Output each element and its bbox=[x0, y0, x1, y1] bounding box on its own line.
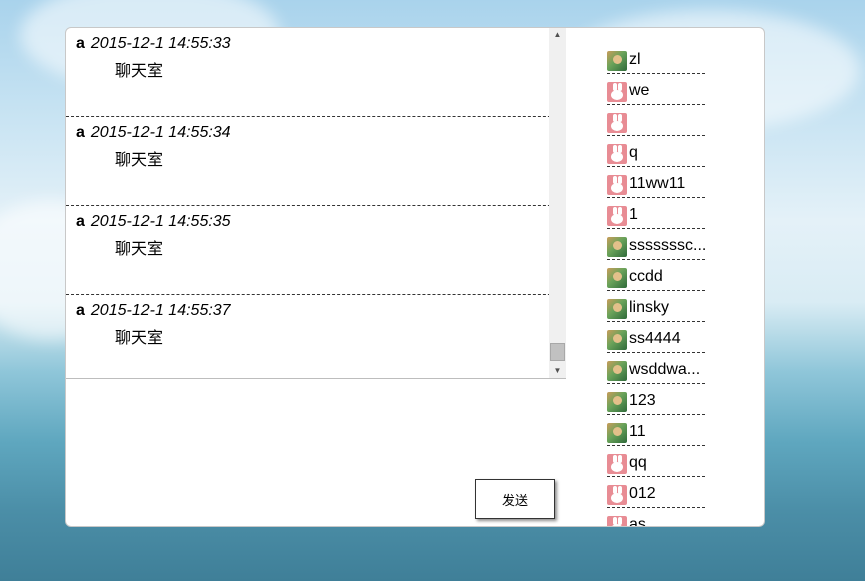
user-name: 123 bbox=[629, 392, 656, 409]
user-list-item[interactable]: ss4444 bbox=[607, 323, 705, 353]
user-name: ss4444 bbox=[629, 330, 681, 347]
message-header: a 2015-12-1 14:55:35 bbox=[76, 213, 231, 231]
user-list-item[interactable]: 123 bbox=[607, 385, 705, 415]
message-time: 2015-12-1 14:55:37 bbox=[90, 302, 231, 319]
avatar-icon bbox=[607, 51, 627, 71]
user-name: we bbox=[629, 82, 650, 99]
user-name: q bbox=[629, 144, 638, 161]
user-list-item[interactable]: 1 bbox=[607, 199, 705, 229]
message-item: a 2015-12-1 14:55:35 聊天室 bbox=[66, 206, 566, 295]
avatar-icon bbox=[607, 392, 627, 412]
rabbit-avatar-icon bbox=[607, 454, 627, 474]
message-container: a 2015-12-1 14:55:33 聊天室 a 2015-12-1 14:55:3… bbox=[66, 28, 566, 378]
message-user: a bbox=[76, 35, 85, 52]
message-header: a 2015-12-1 14:55:33 bbox=[76, 35, 231, 53]
message-time: 2015-12-1 14:55:35 bbox=[90, 213, 231, 230]
user-name: sssssssc... bbox=[629, 237, 705, 254]
user-name: wsddwa... bbox=[629, 361, 701, 378]
message-time: 2015-12-1 14:55:33 bbox=[90, 35, 231, 52]
message-text: 聊天室 bbox=[115, 61, 164, 80]
user-list-item[interactable]: 11ww11 bbox=[607, 168, 705, 198]
avatar-icon bbox=[607, 237, 627, 257]
rabbit-avatar-icon bbox=[607, 144, 627, 164]
user-list-item[interactable]: qq bbox=[607, 447, 705, 477]
rabbit-avatar-icon bbox=[607, 113, 627, 133]
user-name: qq bbox=[629, 454, 647, 471]
user-list-item[interactable]: wsddwa... bbox=[607, 354, 705, 384]
message-text: 聊天室 bbox=[115, 150, 164, 169]
rabbit-avatar-icon bbox=[607, 175, 627, 195]
send-button[interactable]: 发送 bbox=[475, 479, 555, 519]
rabbit-avatar-icon bbox=[607, 206, 627, 226]
user-list-item[interactable] bbox=[607, 106, 705, 136]
user-list: zl we q 11ww11 1 sssssssc... ccdd linsky ss4444 w… bbox=[566, 28, 764, 527]
user-list-item[interactable]: 11 bbox=[607, 416, 705, 446]
user-name: 1 bbox=[629, 206, 638, 223]
message-scrollbar[interactable]: ▲ ▼ bbox=[549, 28, 566, 378]
scroll-thumb[interactable] bbox=[550, 343, 565, 361]
message-text: 聊天室 bbox=[115, 328, 164, 347]
user-name: linsky bbox=[629, 299, 670, 316]
triangle-up-icon[interactable]: ▲ bbox=[549, 28, 566, 42]
user-list-item[interactable]: as bbox=[607, 509, 705, 527]
message-item: a 2015-12-1 14:55:34 聊天室 bbox=[66, 117, 566, 206]
message-input[interactable]: 发送 bbox=[66, 379, 566, 526]
rabbit-avatar-icon bbox=[607, 516, 627, 526]
chat-window: a 2015-12-1 14:55:33 聊天室 a 2015-12-1 14:55:3… bbox=[65, 27, 765, 527]
user-list-item[interactable]: zl bbox=[607, 44, 705, 74]
message-item: a 2015-12-1 14:55:33 聊天室 bbox=[66, 28, 566, 117]
user-list-item[interactable]: linsky bbox=[607, 292, 705, 322]
user-list-item[interactable]: ccdd bbox=[607, 261, 705, 291]
rabbit-avatar-icon bbox=[607, 485, 627, 505]
user-name: 012 bbox=[629, 485, 656, 502]
user-name: 11ww11 bbox=[629, 175, 686, 192]
avatar-icon bbox=[607, 268, 627, 288]
message-header: a 2015-12-1 14:55:37 bbox=[76, 302, 231, 320]
message-time: 2015-12-1 14:55:34 bbox=[90, 124, 231, 141]
avatar-icon bbox=[607, 361, 627, 381]
user-name: as bbox=[629, 516, 646, 527]
avatar-icon bbox=[607, 299, 627, 319]
user-list-item[interactable]: we bbox=[607, 75, 705, 105]
user-name: 11 bbox=[629, 423, 646, 440]
message-header: a 2015-12-1 14:55:34 bbox=[76, 124, 231, 142]
user-list-item[interactable]: q bbox=[607, 137, 705, 167]
user-list-item[interactable]: 012 bbox=[607, 478, 705, 508]
user-name: zl bbox=[629, 51, 641, 68]
message-user: a bbox=[76, 213, 85, 230]
message-user: a bbox=[76, 124, 85, 141]
avatar-icon bbox=[607, 423, 627, 443]
rabbit-avatar-icon bbox=[607, 82, 627, 102]
message-list[interactable]: a 2015-12-1 14:55:33 聊天室 a 2015-12-1 14:55:3… bbox=[66, 28, 566, 379]
user-name: ccdd bbox=[629, 268, 663, 285]
message-text: 聊天室 bbox=[115, 239, 164, 258]
user-list-item[interactable]: sssssssc... bbox=[607, 230, 705, 260]
message-item: a 2015-12-1 14:55:37 聊天室 bbox=[66, 295, 566, 378]
triangle-down-icon[interactable]: ▼ bbox=[549, 364, 566, 378]
message-user: a bbox=[76, 302, 85, 319]
avatar-icon bbox=[607, 330, 627, 350]
